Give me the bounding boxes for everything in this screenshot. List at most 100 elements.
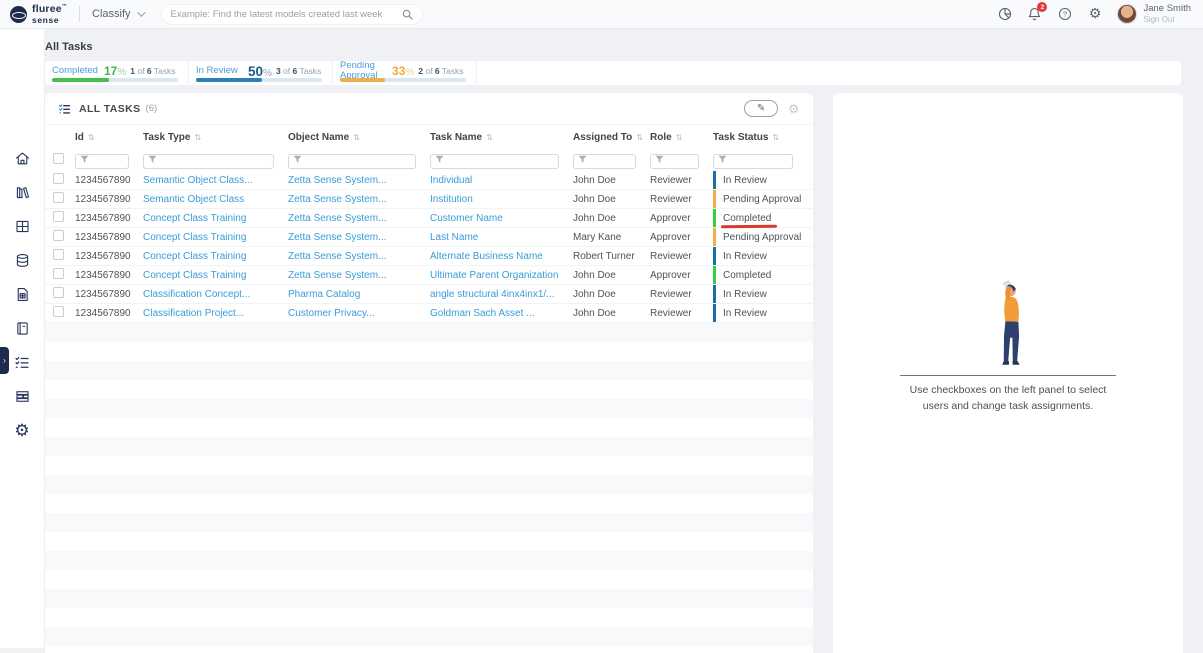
column-header-task-name[interactable]: Task Name⇅: [430, 132, 573, 143]
column-header-object-name[interactable]: Object Name⇅: [288, 132, 430, 143]
brand-logo[interactable]: fluree™ sense: [10, 4, 67, 24]
status-color-bar: [713, 304, 716, 322]
column-header-role[interactable]: Role⇅: [650, 132, 713, 143]
table-filter-row: [45, 149, 813, 171]
row-checkbox[interactable]: [53, 173, 64, 184]
status-color-bar: [713, 209, 716, 227]
cell-object-name-link[interactable]: Zetta Sense System...: [288, 175, 430, 186]
sidebar-item-tasks[interactable]: [9, 354, 35, 371]
cell-task-name-link[interactable]: Customer Name: [430, 213, 573, 224]
filter-input-task_type[interactable]: [143, 154, 274, 169]
task-table-body: 1234567890Semantic Object Class...Zetta …: [45, 171, 813, 646]
sidebar-item-library[interactable]: [9, 184, 35, 201]
sort-icon[interactable]: ⇅: [772, 133, 779, 142]
cell-object-name-link[interactable]: Zetta Sense System...: [288, 270, 430, 281]
cell-task-name-link[interactable]: angle structural 4inx4inx1/...: [430, 289, 573, 300]
tab-progress-track: [196, 78, 322, 82]
empty-table-row: [45, 361, 813, 380]
row-checkbox[interactable]: [53, 306, 64, 317]
usage-pie-icon[interactable]: [997, 6, 1012, 21]
cell-object-name-link[interactable]: Zetta Sense System...: [288, 194, 430, 205]
table-settings-icon[interactable]: ⚙: [788, 103, 799, 115]
cell-task-name-link[interactable]: Individual: [430, 175, 573, 186]
sidebar-item-home[interactable]: [9, 150, 35, 167]
user-avatar[interactable]: [1117, 4, 1137, 24]
sidebar-item-database[interactable]: [9, 252, 35, 269]
row-checkbox[interactable]: [53, 287, 64, 298]
tab-completed[interactable]: Completed 17% 1 of 6 Tasks: [45, 61, 189, 85]
sort-icon[interactable]: ⇅: [486, 133, 493, 142]
row-checkbox[interactable]: [53, 249, 64, 260]
cell-task-status: In Review: [713, 304, 813, 322]
row-checkbox[interactable]: [53, 211, 64, 222]
notifications-bell-icon[interactable]: 2: [1027, 6, 1042, 21]
search-icon[interactable]: [402, 9, 413, 20]
cell-task-type-link[interactable]: Classification Project...: [143, 308, 288, 319]
app-switcher-dropdown[interactable]: Classify: [92, 8, 143, 20]
task-checklist-icon: [13, 354, 31, 371]
empty-table-row: [45, 418, 813, 437]
sort-icon[interactable]: ⇅: [194, 133, 201, 142]
cell-task-type-link[interactable]: Semantic Object Class: [143, 194, 288, 205]
cell-task-name-link[interactable]: Ultimate Parent Organization: [430, 270, 573, 281]
tab-count: 1 of 6 Tasks: [130, 66, 175, 76]
filter-funnel-icon: [718, 155, 727, 164]
filter-input-object_name[interactable]: [288, 154, 416, 169]
search-input[interactable]: [171, 9, 402, 20]
empty-table-row: [45, 437, 813, 456]
sort-icon[interactable]: ⇅: [353, 133, 360, 142]
cell-object-name-link[interactable]: Zetta Sense System...: [288, 232, 430, 243]
sidebar-item-docs[interactable]: [9, 320, 35, 337]
cell-object-name-link[interactable]: Customer Privacy...: [288, 308, 430, 319]
cell-task-type-link[interactable]: Concept Class Training: [143, 251, 288, 262]
sidebar-item-workspace[interactable]: [9, 218, 35, 235]
sidebar-expand-handle[interactable]: ›: [0, 347, 9, 374]
cell-task-name-link[interactable]: Last Name: [430, 232, 573, 243]
select-all-checkbox[interactable]: [53, 153, 64, 164]
row-checkbox[interactable]: [53, 192, 64, 203]
cell-task-name-link[interactable]: Institution: [430, 194, 573, 205]
cell-assigned-to: Robert Turner: [573, 251, 650, 262]
tab-in-review[interactable]: In Review 50% 3 of 6 Tasks: [189, 61, 333, 85]
tab-label: In Review: [196, 66, 248, 76]
column-header-task-type[interactable]: Task Type⇅: [143, 132, 288, 143]
cell-object-name-link[interactable]: Zetta Sense System...: [288, 213, 430, 224]
help-icon[interactable]: ?: [1057, 6, 1072, 21]
settings-gear-icon[interactable]: ⚙: [1087, 6, 1102, 21]
cell-task-name-link[interactable]: Goldman Sach Asset ...: [430, 308, 573, 319]
sidebar-item-pipeline[interactable]: [9, 388, 35, 405]
sign-out-link[interactable]: Sign Out: [1143, 15, 1191, 24]
cell-object-name-link[interactable]: Pharma Catalog: [288, 289, 430, 300]
database-icon: [14, 252, 31, 269]
cell-task-type-link[interactable]: Concept Class Training: [143, 213, 288, 224]
cell-id: 1234567890: [75, 175, 143, 186]
cell-object-name-link[interactable]: Zetta Sense System...: [288, 251, 430, 262]
cell-task-type-link[interactable]: Classification Concept...: [143, 289, 288, 300]
filter-input-task_name[interactable]: [430, 154, 559, 169]
empty-table-row: [45, 608, 813, 627]
sidebar-item-settings[interactable]: ⚙: [9, 422, 35, 439]
sort-icon[interactable]: ⇅: [676, 133, 683, 142]
column-header-task-status[interactable]: Task Status⇅: [713, 125, 813, 149]
row-checkbox[interactable]: [53, 230, 64, 241]
cell-task-type-link[interactable]: Semantic Object Class...: [143, 175, 288, 186]
cell-task-status: Pending Approval: [713, 190, 813, 208]
sort-icon[interactable]: ⇅: [88, 133, 95, 142]
global-search[interactable]: [161, 4, 423, 25]
edit-button[interactable]: ✎: [744, 100, 778, 117]
app-name: Classify: [92, 8, 131, 20]
empty-table-row: [45, 342, 813, 361]
sidebar-item-report[interactable]: [9, 286, 35, 303]
cell-task-type-link[interactable]: Concept Class Training: [143, 270, 288, 281]
sort-icon[interactable]: ⇅: [636, 133, 643, 142]
column-header-assigned-to[interactable]: Assigned To⇅: [573, 132, 650, 143]
cell-task-name-link[interactable]: Alternate Business Name: [430, 251, 573, 262]
cell-assigned-to: John Doe: [573, 194, 650, 205]
row-checkbox[interactable]: [53, 268, 64, 279]
tab-pending-approval[interactable]: Pending Approval 33% 2 of 6 Tasks: [333, 61, 477, 85]
user-menu[interactable]: Jane Smith Sign Out: [1117, 4, 1191, 24]
cell-task-type-link[interactable]: Concept Class Training: [143, 232, 288, 243]
column-header-id[interactable]: Id⇅: [75, 132, 143, 143]
cell-role: Reviewer: [650, 308, 713, 319]
status-color-bar: [713, 228, 716, 246]
